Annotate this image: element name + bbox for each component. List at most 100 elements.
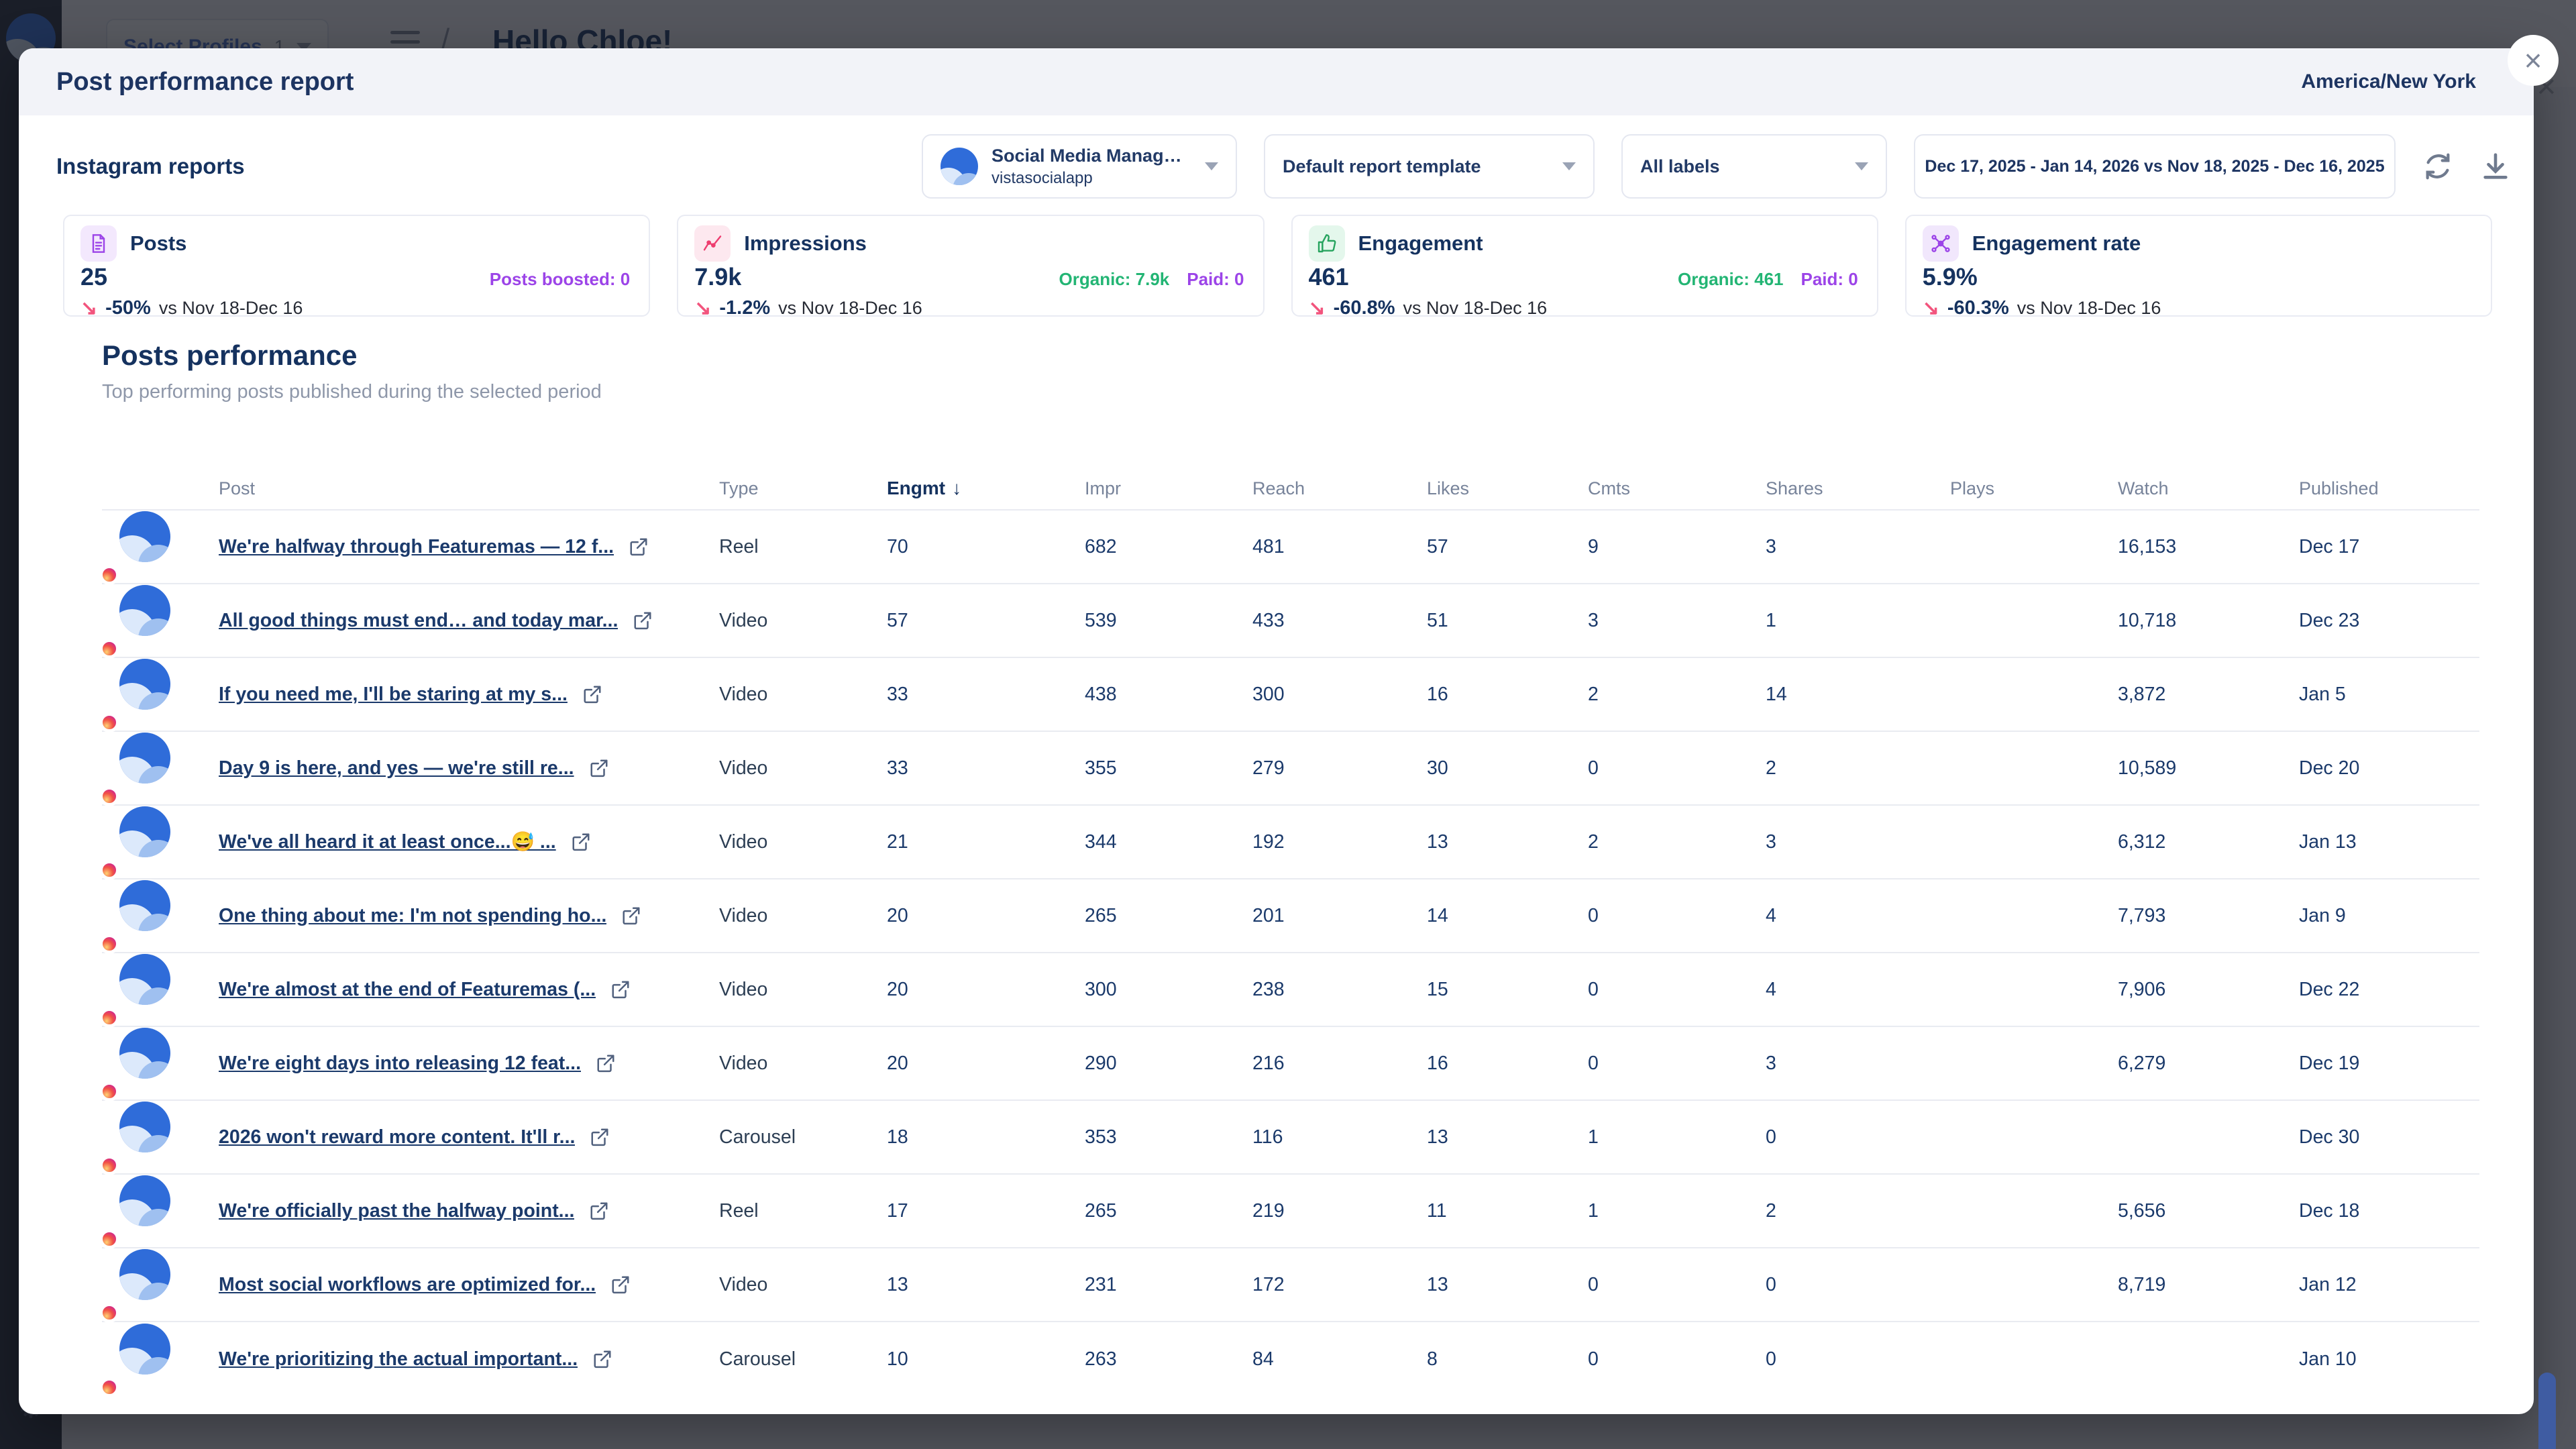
post-title-link[interactable]: We're prioritizing the actual important.… — [219, 1348, 578, 1371]
engagement-value: 33 — [887, 684, 1085, 706]
posts-card: Posts 25 Posts boosted: 0 ↘ -50% vs Nov … — [63, 215, 650, 317]
published-date: Dec 22 — [2299, 979, 2479, 1001]
external-link-icon[interactable] — [633, 610, 653, 631]
card-value: 7.9k — [694, 263, 741, 291]
table-row: Day 9 is here, and yes — we're still re.… — [102, 732, 2479, 806]
post-avatar — [119, 806, 170, 857]
impressions-value: 353 — [1085, 1126, 1252, 1148]
post-title-link[interactable]: Day 9 is here, and yes — we're still re.… — [219, 757, 574, 780]
section-heading: Posts performance — [102, 339, 2534, 372]
paid-label: Paid: 0 — [1801, 269, 1858, 290]
column-engmt-label: Engmt — [887, 478, 945, 498]
comments-value: 0 — [1588, 757, 1766, 780]
post-title-link[interactable]: If you need me, I'll be staring at my s.… — [219, 684, 568, 706]
column-engmt[interactable]: Engmt ↓ — [887, 478, 1085, 499]
shares-value: 3 — [1766, 536, 1950, 558]
engagement-value: 57 — [887, 610, 1085, 632]
external-link-icon[interactable] — [582, 684, 602, 704]
trend-down-icon: ↘ — [1923, 297, 1939, 320]
likes-value: 30 — [1427, 757, 1588, 780]
watch-time-value: 7,793 — [2118, 905, 2299, 927]
profile-selector[interactable]: Social Media Management Too vistasociala… — [922, 134, 1237, 199]
comments-value: 2 — [1588, 831, 1766, 853]
likes-value: 57 — [1427, 536, 1588, 558]
refresh-icon[interactable] — [2422, 151, 2453, 182]
external-link-icon[interactable] — [571, 832, 591, 852]
external-link-icon[interactable] — [589, 1201, 609, 1221]
post-type: Video — [719, 979, 887, 1001]
watch-time-value: 16,153 — [2118, 536, 2299, 558]
instagram-badge-icon — [99, 1229, 119, 1249]
metric-cards: Posts 25 Posts boosted: 0 ↘ -50% vs Nov … — [19, 215, 2534, 317]
table-row: 2026 won't reward more content. It'll r.… — [102, 1101, 2479, 1175]
external-link-icon[interactable] — [629, 537, 649, 557]
post-type: Video — [719, 1274, 887, 1296]
column-plays[interactable]: Plays — [1950, 478, 2118, 499]
card-title: Engagement — [1358, 231, 1483, 256]
post-avatar — [119, 1175, 170, 1226]
external-link-icon[interactable] — [596, 1053, 616, 1073]
reach-value: 201 — [1252, 905, 1427, 927]
likes-value: 16 — [1427, 1053, 1588, 1075]
reach-value: 219 — [1252, 1200, 1427, 1222]
table-row: We've all heard it at least once...😅 ...… — [102, 806, 2479, 879]
close-button[interactable]: × — [2508, 35, 2559, 86]
external-link-icon[interactable] — [590, 1127, 610, 1147]
instagram-badge-icon — [99, 786, 119, 806]
engagement-value: 20 — [887, 979, 1085, 1001]
external-link-icon[interactable] — [610, 1275, 631, 1295]
report-template-selector[interactable]: Default report template — [1264, 134, 1595, 199]
watch-time-value: 7,906 — [2118, 979, 2299, 1001]
column-likes[interactable]: Likes — [1427, 478, 1588, 499]
column-cmts[interactable]: Cmts — [1588, 478, 1766, 499]
external-link-icon[interactable] — [589, 758, 609, 778]
instagram-badge-icon — [99, 1377, 119, 1397]
sort-desc-icon: ↓ — [952, 478, 961, 498]
post-title-link[interactable]: Most social workflows are optimized for.… — [219, 1274, 596, 1296]
post-title-link[interactable]: We've all heard it at least once...😅 ... — [219, 830, 556, 853]
table-row: All good things must end… and today mar.… — [102, 584, 2479, 658]
post-title-link[interactable]: We're almost at the end of Featuremas (.… — [219, 979, 596, 1001]
card-compare-label: vs Nov 18-Dec 16 — [159, 298, 303, 319]
shares-value: 3 — [1766, 1053, 1950, 1075]
external-link-icon[interactable] — [610, 979, 631, 1000]
published-date: Dec 17 — [2299, 536, 2479, 558]
download-icon[interactable] — [2480, 151, 2511, 182]
external-link-icon[interactable] — [592, 1349, 612, 1369]
column-reach[interactable]: Reach — [1252, 478, 1427, 499]
card-value: 5.9% — [1923, 263, 1978, 291]
external-link-icon[interactable] — [621, 906, 641, 926]
likes-value: 8 — [1427, 1348, 1588, 1371]
post-title-link[interactable]: We're halfway through Featuremas — 12 f.… — [219, 536, 614, 558]
column-impr[interactable]: Impr — [1085, 478, 1252, 499]
shares-value: 4 — [1766, 905, 1950, 927]
card-delta: -1.2% — [719, 297, 770, 319]
labels-selector[interactable]: All labels — [1621, 134, 1887, 199]
watch-time-value: 10,589 — [2118, 757, 2299, 780]
column-shares[interactable]: Shares — [1766, 478, 1950, 499]
scrollbar-thumb[interactable] — [2538, 1373, 2556, 1449]
table-row: We're almost at the end of Featuremas (.… — [102, 953, 2479, 1027]
table-row: Most social workflows are optimized for.… — [102, 1248, 2479, 1322]
column-watch[interactable]: Watch — [2118, 478, 2299, 499]
card-title: Engagement rate — [1972, 231, 2141, 256]
watch-time-value: 6,279 — [2118, 1053, 2299, 1075]
post-title-link[interactable]: 2026 won't reward more content. It'll r.… — [219, 1126, 575, 1148]
column-post[interactable]: Post — [219, 478, 719, 499]
post-title-link[interactable]: All good things must end… and today mar.… — [219, 610, 618, 632]
column-type[interactable]: Type — [719, 478, 887, 499]
published-date: Jan 13 — [2299, 831, 2479, 853]
likes-value: 14 — [1427, 905, 1588, 927]
reach-value: 116 — [1252, 1126, 1427, 1148]
reach-value: 300 — [1252, 684, 1427, 706]
post-title-link[interactable]: We're officially past the halfway point.… — [219, 1200, 574, 1222]
post-avatar — [119, 1249, 170, 1300]
column-published[interactable]: Published — [2299, 478, 2479, 499]
post-avatar — [119, 659, 170, 710]
post-title-link[interactable]: We're eight days into releasing 12 feat.… — [219, 1053, 581, 1075]
post-title-link[interactable]: One thing about me: I'm not spending ho.… — [219, 905, 606, 927]
published-date: Dec 30 — [2299, 1126, 2479, 1148]
published-date: Dec 19 — [2299, 1053, 2479, 1075]
table-row: We're eight days into releasing 12 feat.… — [102, 1027, 2479, 1101]
date-range-picker[interactable]: Dec 17, 2025 - Jan 14, 2026 vs Nov 18, 2… — [1914, 134, 2396, 199]
